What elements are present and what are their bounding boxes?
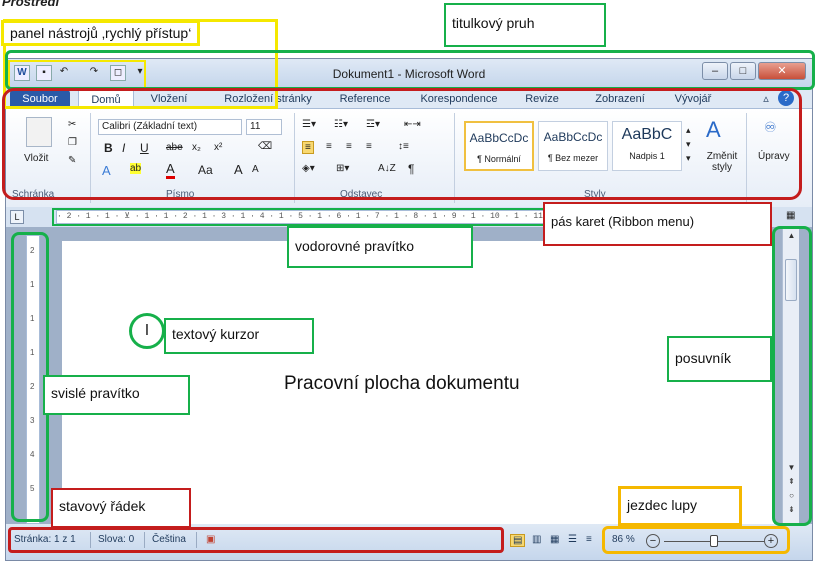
label-v-ruler: svislé pravítko (43, 375, 190, 415)
print-layout-icon[interactable]: ▤ (510, 534, 526, 547)
outline-icon[interactable]: ☰ (568, 534, 577, 545)
scrollbar-highlight (772, 226, 812, 526)
ribbon-highlight (2, 88, 802, 200)
label-quick-access: panel nástrojů ‚rychlý přístup‘ (1, 20, 201, 46)
label-h-ruler: vodorovné pravítko (287, 226, 473, 268)
label-zoom: jezdec lupy (618, 486, 742, 526)
web-layout-icon[interactable]: ▦ (550, 534, 559, 545)
draft-icon[interactable]: ≡ (586, 534, 592, 545)
title-bar-highlight (5, 50, 815, 90)
text-cursor: I (129, 313, 165, 349)
workspace-label: Pracovní plocha dokumentu (284, 373, 520, 394)
zoom-highlight (602, 526, 790, 554)
label-status-bar: stavový řádek (51, 488, 191, 528)
status-bar-highlight (8, 527, 504, 553)
view-ruler-icon[interactable]: ▦ (786, 210, 795, 221)
full-screen-icon[interactable]: ▥ (532, 534, 541, 545)
page-heading: Prostředí (2, 0, 60, 9)
label-ribbon: pás karet (Ribbon menu) (543, 202, 772, 246)
label-title-bar: titulkový pruh (444, 3, 606, 47)
label-scrollbar: posuvník (667, 336, 772, 382)
tab-selector-icon[interactable]: L (10, 210, 24, 224)
label-cursor: textový kurzor (164, 318, 314, 354)
